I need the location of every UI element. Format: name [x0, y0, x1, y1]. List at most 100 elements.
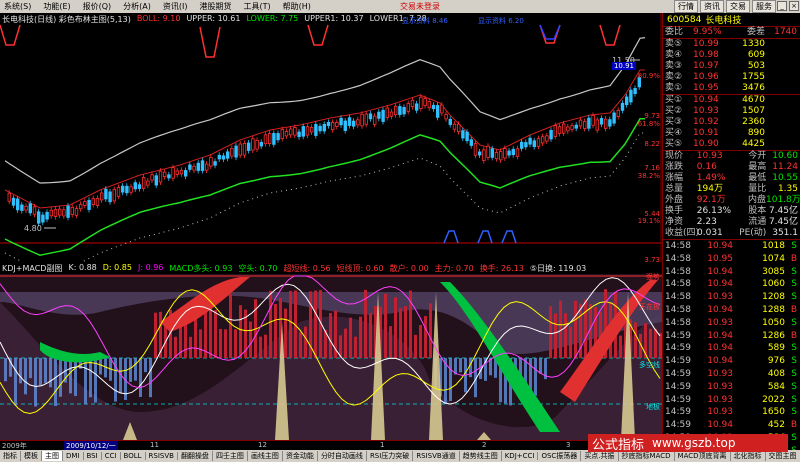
main-header-item-1: BOLL: 9.10: [136, 14, 181, 23]
tick-row: 14:58 10.94 1288 B: [663, 304, 800, 317]
stat-row: 外盘 92.1万 内盘 101.8万: [663, 195, 800, 206]
stat-label: 量比: [748, 184, 767, 194]
bid-row: 买④ 10.91 890: [663, 128, 800, 139]
tick-time: 14:58: [665, 266, 691, 277]
tab-11[interactable]: 资金动能: [283, 451, 318, 461]
tick-row: 14:58 10.93 1208 S: [663, 291, 800, 304]
tab-5[interactable]: CCI: [102, 452, 121, 460]
ind-y-label: 强势: [646, 273, 660, 281]
tab-9[interactable]: 四壬主图: [213, 451, 248, 461]
trade-login-status[interactable]: 交易未登录: [400, 1, 440, 12]
menu-quote[interactable]: 报价(Q): [83, 1, 112, 12]
stat-label: 今开: [748, 151, 767, 161]
tab-3[interactable]: DMI: [63, 452, 84, 460]
main-kline-chart[interactable]: 长电科技(日线) 彩色布林主图(5,13) BOLL: 9.10 UPPER: 10…: [0, 13, 662, 262]
tab-2[interactable]: 主图: [42, 451, 63, 461]
close-icon[interactable]: ×: [789, 1, 799, 11]
tick-side: S: [791, 356, 797, 367]
menu-system[interactable]: 系统(S): [4, 1, 31, 12]
svg-text:4.80: 4.80: [24, 224, 42, 233]
watermark-brand: 公式指标: [592, 437, 645, 453]
ind-header-item-2: D: 0.85: [102, 263, 132, 272]
bid-volume: 2360: [742, 117, 765, 127]
tab-16[interactable]: KDJ+CCI: [502, 452, 539, 460]
ind-header-item-10: 换手: 26.13: [479, 264, 524, 273]
tab-10[interactable]: 画线主图: [248, 451, 283, 461]
ask-book: 卖⑤ 10.99 1330 卖④ 10.98 609 卖③ 10.97 503 卖② 10.96 17…: [663, 38, 800, 94]
tick-row: 14:59 10.93 584 S: [663, 381, 800, 394]
tab-18[interactable]: 买点.共振: [581, 451, 619, 461]
menu-help[interactable]: 帮助(H): [283, 1, 311, 12]
tab-1[interactable]: 模板: [21, 451, 42, 461]
tab-13[interactable]: RSI压力突破: [367, 451, 414, 461]
stat-value: 0.031: [697, 228, 723, 238]
date-label: 2: [482, 441, 487, 449]
menu-tools[interactable]: 工具(T): [244, 1, 271, 12]
ask-volume: 3476: [742, 83, 765, 93]
stat-value: 101.8万: [766, 195, 800, 205]
ind-header-item-6: 超短线: 0.56: [283, 264, 331, 273]
menu-hk-futures[interactable]: 港股期货: [200, 1, 232, 12]
menu-function[interactable]: 功能(E): [43, 1, 70, 12]
tick-row: 14:59 10.93 1650 S: [663, 406, 800, 419]
tick-volume: 2022: [762, 394, 785, 405]
stat-label: 净资: [665, 217, 684, 227]
tick-price: 10.94: [707, 241, 733, 251]
stat-value: 26.13%: [696, 206, 732, 216]
action-market[interactable]: 行情: [674, 0, 698, 13]
tick-price: 10.93: [707, 292, 733, 303]
tick-list[interactable]: 14:58 10.94 1018 S 14:58 10.95 1074 B 14:58 10.94…: [663, 239, 800, 450]
tick-price: 10.94: [707, 330, 733, 341]
main-y-label: 9.73: [644, 112, 660, 120]
main-header-item-4: UPPER1: 10.37: [304, 14, 364, 23]
minimize-icon[interactable]: _: [777, 1, 787, 11]
menu-info[interactable]: 资讯(I): [163, 1, 188, 12]
kdj-macd-chart[interactable]: KDJ+MACD副图 K: 0.88 D: 0.85 J: 0.96 MACD多头: 0…: [0, 262, 662, 440]
bid-volume: 4670: [742, 95, 765, 105]
stat-label: 外盘: [665, 195, 684, 205]
ask-row: 卖④ 10.98 609: [663, 50, 800, 61]
tab-17[interactable]: OSC振荡器: [538, 451, 582, 461]
stat-label: 内盘: [747, 195, 766, 205]
menu-analysis[interactable]: 分析(A): [123, 1, 151, 12]
tick-side: B: [790, 304, 797, 315]
tab-0[interactable]: 指标: [0, 451, 21, 461]
tick-price: 10.93: [707, 368, 733, 379]
stat-value: 2.23: [696, 217, 717, 227]
indicator-header: KDJ+MACD副图 K: 0.88 D: 0.85 J: 0.96 MACD多头: 0…: [2, 263, 586, 274]
tab-6[interactable]: BOLL: [121, 452, 146, 460]
tick-price: 10.94: [707, 420, 733, 431]
main-y-label: 61.8%: [637, 120, 660, 128]
tick-price: 10.94: [707, 304, 733, 315]
stat-value: 1.35: [777, 184, 798, 194]
tick-price: 10.94: [707, 266, 733, 277]
tab-15[interactable]: 趋势线主图: [460, 451, 502, 461]
quote-panel: 600584 长电科技 委比 9.95% 委差 1740 卖⑤ 10.99 1330…: [662, 13, 800, 450]
action-info[interactable]: 资讯: [700, 0, 724, 13]
action-service[interactable]: 服务: [752, 0, 776, 13]
ask-volume: 1755: [742, 72, 765, 82]
ask-price: 10.97: [693, 61, 719, 71]
main-y-label: 19.1%: [637, 217, 660, 225]
main-header-item-0: 长电科技(日线) 彩色布林主图(5,13): [2, 15, 131, 24]
stat-value: 10.55: [772, 173, 798, 183]
stat-value: 351.1: [772, 228, 798, 238]
stat-value: 194万: [696, 184, 723, 194]
tab-8[interactable]: 翻翻操盘: [178, 451, 213, 461]
tab-12[interactable]: 分时自动画线: [318, 451, 367, 461]
tab-21[interactable]: 北化指标: [731, 451, 766, 461]
stat-label: 涨跌: [665, 162, 684, 172]
bid-volume: 890: [747, 128, 765, 138]
tick-row: 14:58 10.95 1074 B: [663, 253, 800, 266]
tab-20[interactable]: MACD顶底背离: [675, 451, 731, 461]
tab-19[interactable]: 抄底指标MACD: [619, 451, 675, 461]
tab-7[interactable]: RSISVB: [146, 452, 178, 460]
tab-4[interactable]: BSI: [84, 452, 102, 460]
tab-22[interactable]: 交图主图: [766, 451, 800, 461]
tab-14[interactable]: RSISVB通道: [413, 451, 460, 461]
action-trade[interactable]: 交易: [726, 0, 750, 13]
tick-side: S: [791, 343, 797, 354]
ind-header-item-0: KDJ+MACD副图: [2, 264, 63, 273]
bid-volume: 1507: [742, 106, 765, 116]
ask-label: 卖③: [665, 61, 683, 71]
